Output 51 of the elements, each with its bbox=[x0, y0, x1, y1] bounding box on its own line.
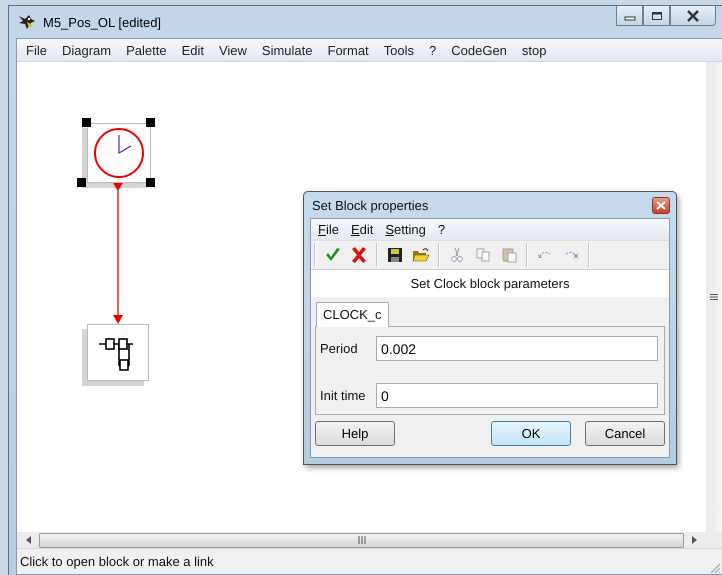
menu-item[interactable]: Simulate bbox=[262, 42, 312, 58]
close-icon bbox=[656, 200, 666, 210]
menu-item[interactable]: Setting bbox=[385, 222, 426, 237]
folder-icon[interactable] bbox=[412, 246, 430, 264]
field-label: Period bbox=[320, 341, 359, 356]
clock-icon bbox=[93, 127, 145, 179]
cross-icon[interactable] bbox=[350, 246, 368, 264]
menu-item[interactable]: Diagram bbox=[62, 42, 112, 58]
scroll-grip-icon bbox=[358, 536, 366, 544]
selection-handle[interactable] bbox=[146, 118, 155, 127]
menu-item[interactable]: Tools bbox=[384, 42, 414, 58]
menu-item[interactable]: View bbox=[218, 42, 247, 58]
selection-handle[interactable] bbox=[146, 178, 155, 187]
maximize-icon bbox=[650, 10, 662, 20]
input-field[interactable]: 0.002 bbox=[376, 336, 658, 361]
dialog-button[interactable]: Cancel bbox=[585, 421, 665, 446]
menu-item[interactable]: ? bbox=[438, 222, 446, 237]
bird-icon bbox=[17, 13, 37, 31]
close-button[interactable] bbox=[652, 196, 670, 214]
dialog-title: Set Block properties bbox=[311, 198, 428, 212]
close-button[interactable] bbox=[670, 6, 716, 26]
selection-handle[interactable] bbox=[77, 178, 86, 187]
menu-item[interactable]: File bbox=[318, 222, 339, 237]
minimize-button[interactable] bbox=[616, 6, 643, 26]
menu-item[interactable]: Edit bbox=[182, 42, 204, 58]
input-field[interactable]: 0 bbox=[376, 383, 658, 408]
scroll-grip-icon bbox=[710, 294, 718, 300]
maximize-button[interactable] bbox=[643, 6, 670, 26]
menu-item[interactable]: CodeGen bbox=[451, 42, 507, 58]
dialog-button[interactable]: OK bbox=[491, 421, 571, 446]
close-icon bbox=[686, 10, 700, 22]
tab[interactable]: CLOCK_c bbox=[316, 302, 389, 327]
save-icon[interactable] bbox=[386, 246, 404, 264]
dialog-button[interactable]: Help bbox=[315, 421, 395, 446]
menu-item[interactable]: Palette bbox=[126, 42, 167, 58]
resize-grip-icon[interactable] bbox=[709, 562, 721, 574]
vertical-scrollbar[interactable] bbox=[706, 62, 722, 532]
window-title: M5_Pos_OL [edited] bbox=[43, 14, 162, 30]
scroll-right-icon[interactable] bbox=[691, 536, 697, 544]
menu-item[interactable]: stop bbox=[522, 42, 546, 58]
menu-item[interactable]: Edit bbox=[350, 222, 374, 237]
horizontal-scrollbar-thumb[interactable] bbox=[39, 532, 684, 548]
field-label: Init time bbox=[320, 388, 367, 403]
status-text: Click to open block or make a link bbox=[20, 554, 214, 569]
menu-item[interactable]: Format bbox=[328, 42, 369, 58]
scroll-left-icon[interactable] bbox=[26, 536, 32, 544]
menu-item[interactable]: File bbox=[26, 42, 47, 58]
link-arrow[interactable] bbox=[113, 183, 123, 324]
dialog-heading: Set Clock block parameters bbox=[410, 276, 570, 291]
menu-item[interactable]: ? bbox=[429, 42, 436, 58]
selection-handle[interactable] bbox=[82, 118, 91, 127]
